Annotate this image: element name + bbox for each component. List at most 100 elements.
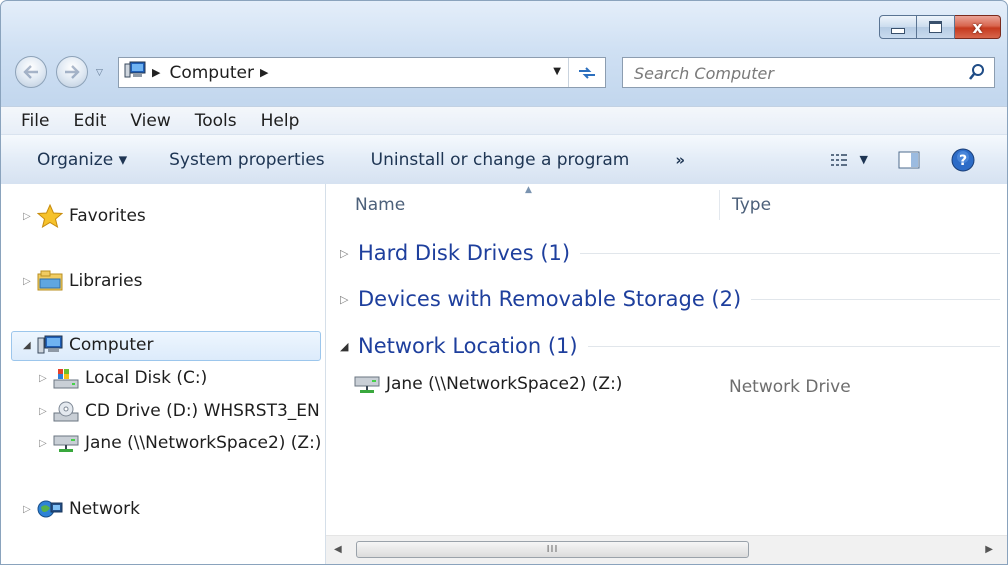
nav-label: Favorites (69, 206, 146, 226)
expand-arrow-icon[interactable]: ▷ (39, 373, 53, 384)
breadcrumb-computer[interactable]: Computer (169, 63, 254, 83)
menu-view[interactable]: View (118, 111, 182, 131)
scrollbar-grip: III (546, 544, 559, 555)
expand-arrow-icon[interactable]: ▷ (23, 504, 37, 515)
group-divider (751, 298, 1000, 300)
back-button[interactable] (15, 56, 47, 88)
breadcrumb-separator-icon[interactable]: ▶ (152, 66, 160, 79)
nav-network[interactable]: ▷ Network (23, 498, 140, 520)
group-network-location[interactable]: ◢ Network Location (1) (340, 331, 1000, 361)
group-label: Devices with Removable Storage (2) (358, 287, 742, 311)
scrollbar-thumb[interactable]: III (356, 541, 749, 558)
local-disk-icon (53, 367, 79, 389)
help-button[interactable]: ? (951, 148, 975, 172)
expand-arrow-icon[interactable]: ▷ (23, 211, 37, 222)
nav-label: Jane (\\NetworkSpace2) (Z:) (85, 433, 322, 453)
menu-help[interactable]: Help (249, 111, 312, 131)
libraries-icon (37, 270, 63, 292)
close-icon: x (972, 17, 983, 37)
collapse-arrow-icon[interactable]: ◢ (23, 340, 37, 351)
maximize-icon (929, 21, 942, 33)
expand-arrow-icon[interactable]: ▷ (39, 438, 53, 449)
group-hard-disk-drives[interactable]: ▷ Hard Disk Drives (1) (340, 238, 1000, 268)
star-icon (37, 204, 63, 228)
group-removable-storage[interactable]: ▷ Devices with Removable Storage (2) (340, 284, 1000, 314)
computer-icon (37, 335, 63, 355)
command-bar: Organize ▾ System properties Uninstall o… (1, 134, 1007, 185)
nav-computer[interactable]: ◢ Computer (23, 335, 154, 355)
svg-text:?: ? (959, 153, 967, 169)
group-label: Network Location (1) (358, 334, 578, 358)
breadcrumb-separator-icon[interactable]: ▶ (260, 66, 268, 79)
close-button[interactable]: x (955, 15, 1001, 39)
system-properties-button[interactable]: System properties (169, 150, 325, 170)
item-type: Network Drive (729, 377, 851, 397)
navigation-pane: ▷ Favorites ▷ Libraries ◢ Computer ▷ Loc… (1, 184, 326, 564)
uninstall-program-button[interactable]: Uninstall or change a program (371, 150, 630, 170)
refresh-button[interactable] (568, 58, 605, 87)
expand-arrow-icon[interactable]: ▷ (39, 406, 53, 417)
computer-icon (124, 61, 146, 84)
content-pane: ▲ Name Type ▷ Hard Disk Drives (1) ▷ Dev… (326, 184, 1007, 564)
nav-favorites[interactable]: ▷ Favorites (23, 204, 146, 228)
menu-edit[interactable]: Edit (61, 111, 118, 131)
network-icon (37, 498, 63, 520)
help-icon: ? (951, 148, 975, 171)
list-item[interactable]: Jane (\\NetworkSpace2) (Z:) (354, 374, 622, 394)
minimize-icon (891, 28, 905, 34)
menu-file[interactable]: File (1, 111, 61, 131)
nav-label: Computer (69, 335, 154, 355)
organize-button[interactable]: Organize ▾ (37, 150, 127, 170)
address-bar[interactable]: ▶ Computer ▶ ▼ (118, 57, 606, 88)
forward-arrow-icon (65, 65, 80, 79)
horizontal-scrollbar[interactable]: ◀ III ▶ (326, 535, 1007, 564)
expand-arrow-icon[interactable]: ▷ (340, 247, 358, 260)
nav-label: CD Drive (D:) WHSRST3_EN (85, 401, 320, 421)
nav-cd-drive[interactable]: ▷ CD Drive (D:) WHSRST3_EN (39, 400, 320, 422)
nav-label: Network (69, 499, 140, 519)
forward-button[interactable] (56, 56, 88, 88)
preview-pane-button[interactable] (898, 151, 920, 169)
back-arrow-icon (23, 65, 38, 79)
expand-arrow-icon[interactable]: ▷ (23, 276, 37, 287)
more-commands-button[interactable]: » (675, 151, 685, 169)
nav-local-disk[interactable]: ▷ Local Disk (C:) (39, 367, 207, 389)
view-dropdown-icon: ▼ (859, 153, 868, 166)
menu-tools[interactable]: Tools (183, 111, 249, 131)
column-header-name[interactable]: Name (355, 195, 405, 215)
group-divider (587, 345, 1000, 347)
search-box[interactable] (622, 57, 995, 88)
group-divider (580, 252, 1000, 254)
sort-ascending-icon: ▲ (525, 185, 532, 195)
refresh-icon (579, 66, 595, 79)
nav-label: Local Disk (C:) (85, 368, 208, 388)
caption-buttons: x (879, 15, 1001, 39)
column-header: ▲ Name Type (326, 184, 1007, 224)
nav-libraries[interactable]: ▷ Libraries (23, 270, 142, 292)
nav-label: Libraries (69, 271, 143, 291)
nav-network-drive[interactable]: ▷ Jane (\\NetworkSpace2) (Z:) (39, 433, 321, 453)
address-dropdown-icon[interactable]: ▼ (553, 66, 561, 77)
expand-arrow-icon[interactable]: ▷ (340, 293, 358, 306)
item-name: Jane (\\NetworkSpace2) (Z:) (386, 374, 623, 394)
recent-pages-dropdown[interactable]: ▽ (96, 68, 103, 78)
network-drive-icon (53, 433, 79, 453)
minimize-button[interactable] (879, 15, 917, 39)
scroll-left-icon[interactable]: ◀ (334, 544, 342, 555)
column-header-type[interactable]: Type (732, 195, 771, 215)
network-drive-icon (354, 374, 380, 394)
details-view-icon (830, 153, 847, 166)
explorer-window: x ▽ ▶ Computer ▶ ▼ File Edit View Tools … (0, 0, 1008, 565)
search-icon[interactable] (968, 63, 986, 86)
cd-drive-icon (53, 400, 79, 422)
collapse-arrow-icon[interactable]: ◢ (340, 340, 358, 353)
column-divider[interactable] (719, 190, 720, 220)
preview-pane-icon (898, 151, 920, 168)
maximize-button[interactable] (917, 15, 955, 39)
menu-bar: File Edit View Tools Help (1, 106, 1007, 134)
view-controls: ▼ ? (830, 135, 1007, 184)
search-input[interactable] (632, 59, 956, 88)
scroll-right-icon[interactable]: ▶ (985, 544, 993, 555)
group-label: Hard Disk Drives (1) (358, 241, 571, 265)
change-view-button[interactable]: ▼ (830, 152, 868, 168)
